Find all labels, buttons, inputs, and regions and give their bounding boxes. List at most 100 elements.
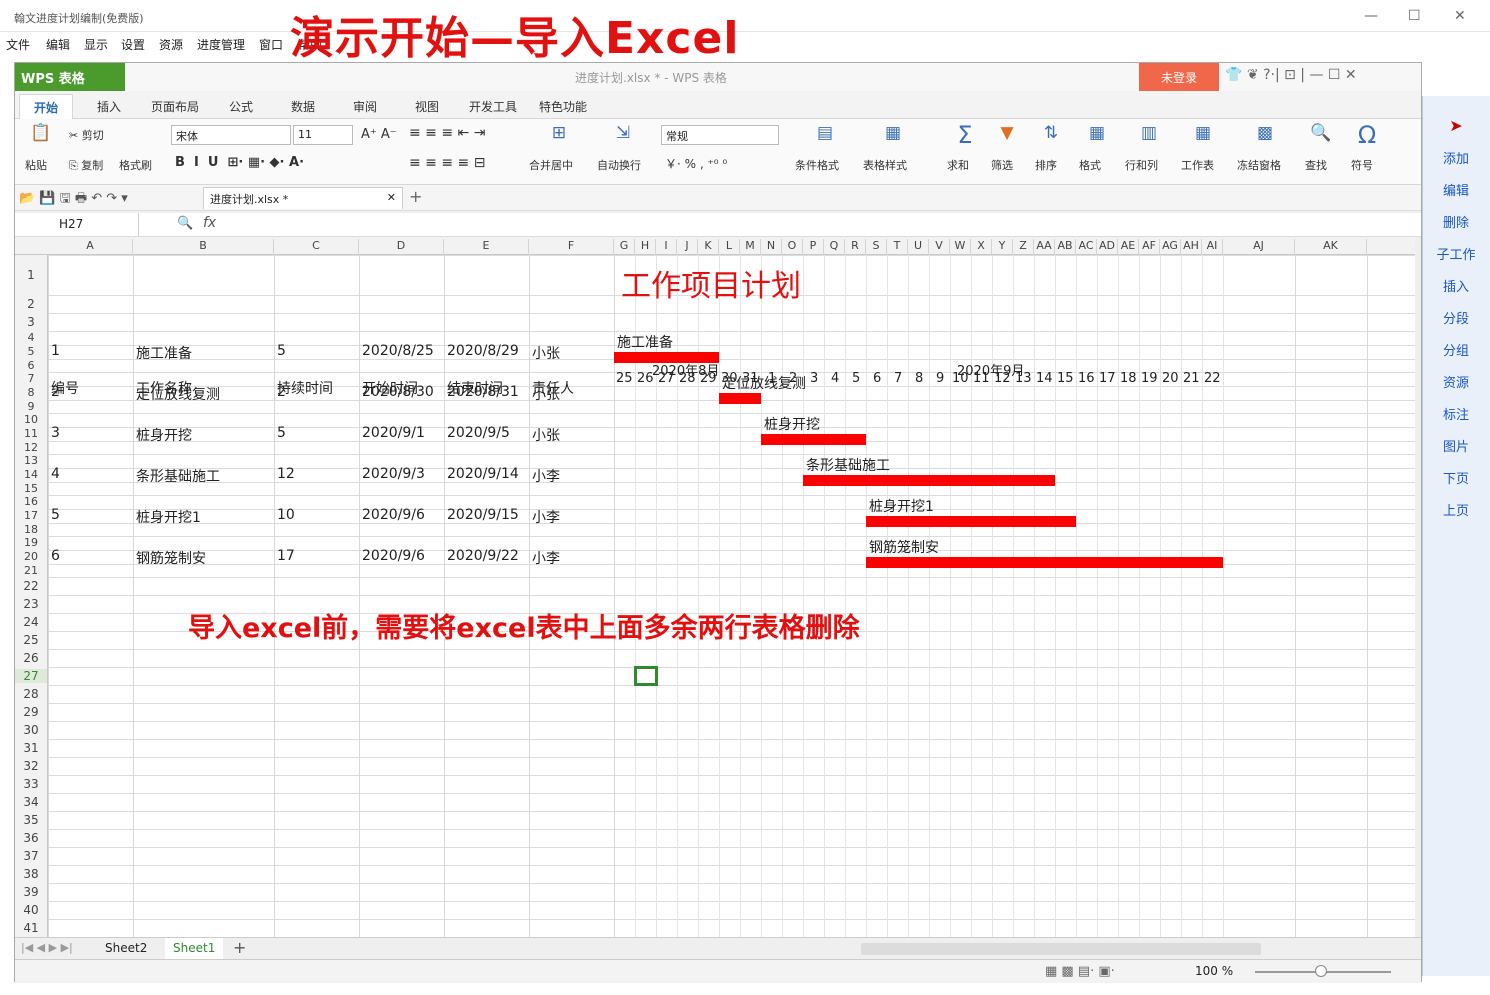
row-number[interactable]: 9: [15, 400, 47, 413]
menu-view[interactable]: 显示: [84, 36, 108, 53]
column-header-cell[interactable]: B: [133, 239, 274, 255]
sum-button[interactable]: 求和: [947, 157, 969, 173]
cut-button[interactable]: ✂ 剪切: [69, 127, 104, 143]
column-header-cell[interactable]: L: [719, 239, 740, 255]
font-grow-icon[interactable]: A⁺ A⁻: [361, 127, 397, 142]
column-header-cell[interactable]: Y: [992, 239, 1013, 255]
sort-button[interactable]: 排序: [1035, 157, 1057, 173]
maximize-icon[interactable]: ☐: [1408, 8, 1421, 24]
worksheet-button[interactable]: 工作表: [1181, 157, 1214, 173]
row-number[interactable]: 11: [15, 427, 47, 440]
panel-delete[interactable]: 删除: [1423, 212, 1489, 231]
row-number[interactable]: 20: [15, 550, 47, 563]
new-tab-icon[interactable]: +: [409, 187, 422, 206]
row-number[interactable]: 34: [15, 795, 47, 809]
tab-page-layout[interactable]: 页面布局: [151, 98, 199, 115]
paste-button[interactable]: 粘贴: [25, 157, 47, 173]
column-header-cell[interactable]: AH: [1181, 239, 1202, 255]
menu-window[interactable]: 窗口: [259, 36, 283, 53]
font-style-buttons[interactable]: B I U ⊞· ▦· ◆· A·: [175, 155, 304, 170]
gantt-bar[interactable]: [866, 557, 1223, 568]
column-header-cell[interactable]: H: [635, 239, 656, 255]
tab-review[interactable]: 审阅: [353, 98, 377, 115]
row-number[interactable]: 27: [15, 669, 47, 683]
column-header-cell[interactable]: J: [677, 239, 698, 255]
panel-edit[interactable]: 编辑: [1423, 180, 1489, 199]
panel-subtask[interactable]: 子工作: [1423, 244, 1489, 263]
panel-image[interactable]: 图片: [1423, 436, 1489, 455]
conditional-format-icon[interactable]: ▤: [811, 123, 839, 143]
font-family-select[interactable]: 宋体: [171, 125, 291, 145]
symbol-icon[interactable]: Ω: [1353, 121, 1381, 149]
wps-window-controls[interactable]: 👕 ❦ ?·| ⊡ | — ☐ ✕: [1225, 67, 1357, 83]
column-header-cell[interactable]: F: [529, 239, 614, 255]
row-col-button[interactable]: 行和列: [1125, 157, 1158, 173]
row-number[interactable]: 2: [15, 297, 47, 311]
filter-button[interactable]: 筛选: [991, 157, 1013, 173]
column-header-cell[interactable]: G: [614, 239, 635, 255]
column-header-cell[interactable]: P: [803, 239, 824, 255]
copy-button[interactable]: ⎘ 复制: [69, 157, 103, 173]
tab-formula[interactable]: 公式: [229, 98, 253, 115]
column-header-cell[interactable]: T: [887, 239, 908, 255]
row-col-icon[interactable]: ▥: [1135, 123, 1163, 143]
freeze-icon[interactable]: ▩: [1251, 123, 1279, 143]
column-header-cell[interactable]: U: [908, 239, 929, 255]
column-header-cell[interactable]: AI: [1202, 239, 1223, 255]
font-size-select[interactable]: 11: [293, 125, 353, 145]
row-number[interactable]: 15: [15, 482, 47, 495]
row-number[interactable]: 39: [15, 885, 47, 899]
row-number[interactable]: 13: [15, 454, 47, 467]
wrap-icon[interactable]: ⇲: [609, 123, 637, 143]
column-header-cell[interactable]: Q: [824, 239, 845, 255]
table-style-icon[interactable]: ▦: [879, 123, 907, 143]
row-number[interactable]: 14: [15, 468, 47, 481]
row-number[interactable]: 19: [15, 536, 47, 549]
sheet-nav-icons[interactable]: |◀ ◀ ▶ ▶|: [21, 941, 73, 954]
column-header-cell[interactable]: C: [274, 239, 359, 255]
tab-home[interactable]: 开始: [19, 94, 74, 120]
column-header-cell[interactable]: AA: [1034, 239, 1055, 255]
column-header-cell[interactable]: AE: [1118, 239, 1139, 255]
minimize-icon[interactable]: —: [1364, 8, 1378, 24]
align-icons-2[interactable]: ≡ ≡ ≡ ≡ ⊟: [409, 155, 485, 171]
column-header-cell[interactable]: I: [656, 239, 677, 255]
vertical-scrollbar[interactable]: [1415, 237, 1421, 937]
row-number[interactable]: 30: [15, 723, 47, 737]
align-icons[interactable]: ≡ ≡ ≡ ⇤ ⇥: [409, 125, 485, 141]
row-number[interactable]: 29: [15, 705, 47, 719]
close-icon[interactable]: ✕: [1454, 8, 1466, 24]
column-header-cell[interactable]: W: [950, 239, 971, 255]
panel-group[interactable]: 分组: [1423, 340, 1489, 359]
row-number[interactable]: 7: [15, 372, 47, 385]
menu-edit[interactable]: 编辑: [46, 36, 70, 53]
symbol-button[interactable]: 符号: [1351, 157, 1373, 173]
row-number[interactable]: 35: [15, 813, 47, 827]
sheet-tab-sheet2[interactable]: Sheet2: [105, 941, 147, 955]
wps-logo-button[interactable]: WPS 表格: [15, 63, 125, 91]
panel-prev-page[interactable]: 上页: [1423, 500, 1489, 519]
column-header-cell[interactable]: N: [761, 239, 782, 255]
worksheet-icon[interactable]: ▦: [1189, 123, 1217, 143]
row-number[interactable]: 41: [15, 921, 47, 935]
close-tab-icon[interactable]: ✕: [387, 191, 396, 204]
row-number[interactable]: 10: [15, 413, 47, 426]
row-number[interactable]: 21: [15, 564, 47, 577]
row-number[interactable]: 26: [15, 651, 47, 665]
freeze-button[interactable]: 冻结窗格: [1237, 157, 1281, 173]
row-number[interactable]: 6: [15, 359, 47, 372]
number-format-select[interactable]: 常规: [661, 125, 779, 145]
column-header-cell[interactable]: V: [929, 239, 950, 255]
column-header-cell[interactable]: D: [359, 239, 444, 255]
login-button[interactable]: 未登录: [1139, 63, 1219, 91]
row-number[interactable]: 12: [15, 441, 47, 454]
gantt-bar[interactable]: [803, 475, 1055, 486]
column-header-cell[interactable]: AF: [1139, 239, 1160, 255]
row-number[interactable]: 5: [15, 345, 47, 358]
horizontal-scrollbar[interactable]: [861, 943, 1261, 955]
column-header-cell[interactable]: S: [866, 239, 887, 255]
column-header-cell[interactable]: X: [971, 239, 992, 255]
row-number[interactable]: 23: [15, 597, 47, 611]
panel-annotate[interactable]: 标注: [1423, 404, 1489, 423]
row-number[interactable]: 32: [15, 759, 47, 773]
